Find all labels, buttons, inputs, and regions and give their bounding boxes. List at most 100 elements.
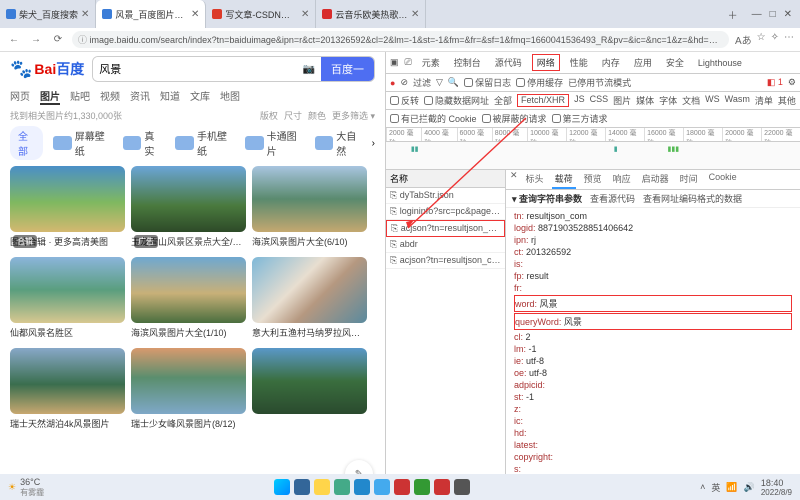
subsection-link[interactable]: 查看网址编码格式的数据 bbox=[643, 192, 742, 205]
filter-chip[interactable]: 文档 bbox=[682, 94, 700, 107]
devtools-tab[interactable]: 应用 bbox=[630, 55, 656, 70]
image-card[interactable]: 海滨风景图片大全(1/10) bbox=[131, 257, 246, 342]
nav-tab[interactable]: 贴吧 bbox=[70, 88, 90, 105]
browser-tab[interactable]: 写文章-CSDN创作中心✕ bbox=[206, 0, 316, 28]
task-icon[interactable] bbox=[374, 479, 390, 495]
detail-tab[interactable]: 启动器 bbox=[639, 170, 672, 189]
devtools-tab[interactable]: 网络 bbox=[532, 54, 560, 71]
image-card[interactable]: 瑞士天然湖泊4k风景图片 bbox=[10, 348, 125, 433]
devtools-tab[interactable]: 源代码 bbox=[491, 55, 526, 70]
filter-link[interactable]: 版权 bbox=[260, 109, 278, 122]
window-max[interactable]: □ bbox=[770, 9, 776, 20]
detail-tab[interactable]: 载荷 bbox=[552, 170, 576, 189]
image-card[interactable] bbox=[252, 348, 367, 433]
read-icon[interactable]: Aあ bbox=[735, 32, 752, 47]
address-bar[interactable]: ⓘ image.baidu.com/search/index?tn=baidui… bbox=[72, 31, 729, 48]
image-card[interactable]: 合辑图片合辑 · 更多高清美图 bbox=[10, 166, 125, 251]
filter-chip[interactable]: 图片 bbox=[613, 94, 631, 107]
throttle-label[interactable]: 已停用节流模式 bbox=[568, 76, 631, 89]
volume-icon[interactable]: 🔊 bbox=[744, 482, 755, 493]
filter-chip[interactable]: Wasm bbox=[725, 94, 750, 107]
error-badge[interactable]: ◧ 1 bbox=[767, 77, 783, 88]
nav-tab[interactable]: 图片 bbox=[40, 88, 60, 105]
task-icon[interactable] bbox=[354, 479, 370, 495]
menu-icon[interactable]: ⋯ bbox=[784, 32, 794, 47]
filter-chip[interactable]: Fetch/XHR bbox=[517, 94, 569, 107]
device-icon[interactable]: ⎚ bbox=[405, 57, 412, 68]
search-icon[interactable]: 🔍 bbox=[448, 77, 459, 88]
filter-link[interactable]: 更多筛选 ▾ bbox=[332, 109, 375, 122]
devtools-tab[interactable]: 元素 bbox=[418, 55, 444, 70]
close-panel[interactable]: ✕ bbox=[510, 170, 518, 189]
browser-tab[interactable]: 风景_百度图片搜索✕ bbox=[96, 0, 206, 28]
detail-tab[interactable]: 标头 bbox=[523, 170, 547, 189]
request-row[interactable]: ⎘ dyTabStr.json bbox=[386, 188, 505, 204]
nav-fwd[interactable]: → bbox=[28, 32, 44, 48]
filter-link[interactable]: 尺寸 bbox=[284, 109, 302, 122]
nav-reload[interactable]: ⟳ bbox=[50, 32, 66, 48]
clear-icon[interactable]: ⊘ bbox=[400, 77, 408, 88]
task-icon[interactable] bbox=[334, 479, 350, 495]
filter-chip[interactable]: WS bbox=[705, 94, 720, 107]
category-pill[interactable]: 卡通图片 bbox=[241, 126, 305, 160]
pills-more[interactable]: › bbox=[372, 138, 375, 149]
filter-chip[interactable]: 其他 bbox=[778, 94, 796, 107]
devtools-tab[interactable]: 内存 bbox=[598, 55, 624, 70]
category-pill[interactable]: 全部 bbox=[10, 126, 43, 160]
ext-icon[interactable]: ✧ bbox=[771, 32, 779, 47]
request-row[interactable]: ⎘ acjson?tn=resultjson_com&lo… bbox=[386, 220, 505, 237]
filter-chip[interactable]: CSS bbox=[590, 94, 609, 107]
category-pill[interactable]: 大自然 bbox=[311, 126, 366, 160]
detail-tab[interactable]: 时间 bbox=[677, 170, 701, 189]
filter-chip[interactable]: 媒体 bbox=[636, 94, 654, 107]
request-row[interactable]: ⎘ abdr bbox=[386, 237, 505, 253]
nav-back[interactable]: ← bbox=[6, 32, 22, 48]
request-row[interactable]: ⎘ logininfo?src=pc&page=sear… bbox=[386, 204, 505, 220]
request-row[interactable]: ⎘ acjson?tn=resultjson_com&lo… bbox=[386, 253, 505, 269]
filter-chip[interactable]: 全部 bbox=[494, 94, 512, 107]
image-card[interactable]: 海滨风景图片大全(6/10) bbox=[252, 166, 367, 251]
close-tab-icon[interactable]: ✕ bbox=[411, 9, 419, 20]
disable-cache-check[interactable] bbox=[516, 78, 525, 87]
nav-tab[interactable]: 知道 bbox=[160, 88, 180, 105]
close-tab-icon[interactable]: ✕ bbox=[191, 9, 199, 20]
camera-icon[interactable]: 📷 bbox=[297, 57, 321, 81]
search-button[interactable]: 百度一 bbox=[321, 57, 374, 81]
close-tab-icon[interactable]: ✕ bbox=[301, 9, 309, 20]
wifi-icon[interactable]: 📶 bbox=[726, 482, 737, 493]
name-column-header[interactable]: 名称 bbox=[386, 170, 505, 188]
image-card[interactable]: 仙都风景名胜区 bbox=[10, 257, 125, 342]
task-icon[interactable] bbox=[434, 479, 450, 495]
new-tab-button[interactable]: ＋ bbox=[722, 7, 744, 22]
filter-check[interactable]: 有已拦截的 Cookie bbox=[390, 112, 477, 125]
star-icon[interactable]: ☆ bbox=[757, 32, 766, 47]
browser-tab[interactable]: 云音乐欧美热歌榜 - 排行榜 - 网…✕ bbox=[316, 0, 426, 28]
nav-tab[interactable]: 地图 bbox=[220, 88, 240, 105]
category-pill[interactable]: 真实 bbox=[119, 126, 166, 160]
window-min[interactable]: — bbox=[752, 9, 762, 20]
task-icon[interactable] bbox=[394, 479, 410, 495]
tray-up-icon[interactable]: ˄ bbox=[700, 482, 705, 492]
detail-tab[interactable]: Cookie bbox=[706, 170, 740, 189]
detail-tab[interactable]: 响应 bbox=[610, 170, 634, 189]
nav-tab[interactable]: 资讯 bbox=[130, 88, 150, 105]
filter-icon[interactable]: ▽ bbox=[436, 77, 443, 88]
inspect-icon[interactable]: ▣ bbox=[390, 57, 399, 68]
nav-tab[interactable]: 网页 bbox=[10, 88, 30, 105]
task-icon[interactable] bbox=[314, 479, 330, 495]
devtools-tab[interactable]: Lighthouse bbox=[694, 57, 746, 69]
task-icon[interactable] bbox=[454, 479, 470, 495]
baidu-logo[interactable]: 🐾 Bai百度 bbox=[10, 59, 84, 80]
detail-tab[interactable]: 预览 bbox=[581, 170, 605, 189]
filter-link[interactable]: 颜色 bbox=[308, 109, 326, 122]
filter-chip[interactable]: 清单 bbox=[755, 94, 773, 107]
record-icon[interactable]: ● bbox=[390, 78, 395, 88]
filter-chip[interactable]: 隐藏数据网址 bbox=[424, 94, 489, 107]
browser-tab[interactable]: 柴犬_百度搜索✕ bbox=[0, 0, 96, 28]
filter-check[interactable]: 被屏蔽的请求 bbox=[482, 112, 547, 125]
devtools-tab[interactable]: 控制台 bbox=[450, 55, 485, 70]
weather-widget[interactable]: ☀ 36°C有雾霾 bbox=[8, 477, 44, 498]
close-tab-icon[interactable]: ✕ bbox=[81, 9, 89, 20]
ime-icon[interactable]: 英 bbox=[711, 481, 720, 494]
nav-tab[interactable]: 视频 bbox=[100, 88, 120, 105]
